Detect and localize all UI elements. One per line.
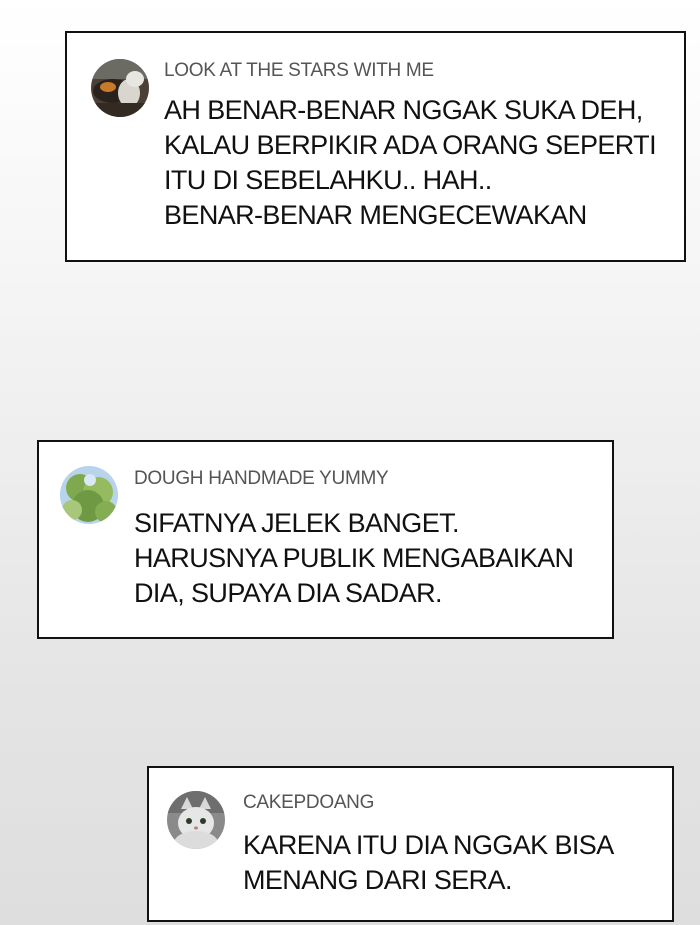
night-photo-avatar-icon (91, 59, 149, 117)
comment-card: CAKEPDOANG KARENA ITU DIA NGGAK BISA MEN… (147, 766, 674, 922)
user-avatar[interactable] (60, 466, 118, 524)
username[interactable]: DOUGH HANDMADE YUMMY (134, 468, 389, 490)
comment-line: DIA, SUPAYA DIA SADAR. (134, 578, 443, 608)
comment-card: LOOK AT THE STARS WITH ME AH BENAR-BENAR… (65, 31, 686, 262)
comment-line: KALAU BERPIKIR ADA ORANG SEPERTI (164, 130, 657, 160)
comment-line: KARENA ITU DIA NGGAK BISA (243, 830, 614, 860)
comment-text: AH BENAR-BENAR NGGAK SUKA DEH, KALAU BER… (164, 93, 657, 233)
user-avatar[interactable] (167, 791, 225, 849)
comment-line: SIFATNYA JELEK BANGET. (134, 508, 460, 538)
comment-text: SIFATNYA JELEK BANGET. HARUSNYA PUBLIK M… (134, 506, 574, 611)
comment-line: MENANG DARI SERA. (243, 865, 512, 895)
comment-line: BENAR-BENAR MENGECEWAKAN (164, 200, 587, 230)
tree-photo-avatar-icon (60, 466, 118, 524)
username[interactable]: LOOK AT THE STARS WITH ME (164, 60, 434, 82)
username[interactable]: CAKEPDOANG (243, 792, 374, 814)
comment-line: AH BENAR-BENAR NGGAK SUKA DEH, (164, 95, 643, 125)
comment-line: ITU DI SEBELAHKU.. HAH.. (164, 165, 492, 195)
cat-photo-avatar-icon (167, 791, 225, 849)
user-avatar[interactable] (91, 59, 149, 117)
comment-text: KARENA ITU DIA NGGAK BISA MENANG DARI SE… (243, 828, 614, 898)
comment-card: DOUGH HANDMADE YUMMY SIFATNYA JELEK BANG… (37, 440, 614, 639)
comment-line: HARUSNYA PUBLIK MENGABAIKAN (134, 543, 574, 573)
